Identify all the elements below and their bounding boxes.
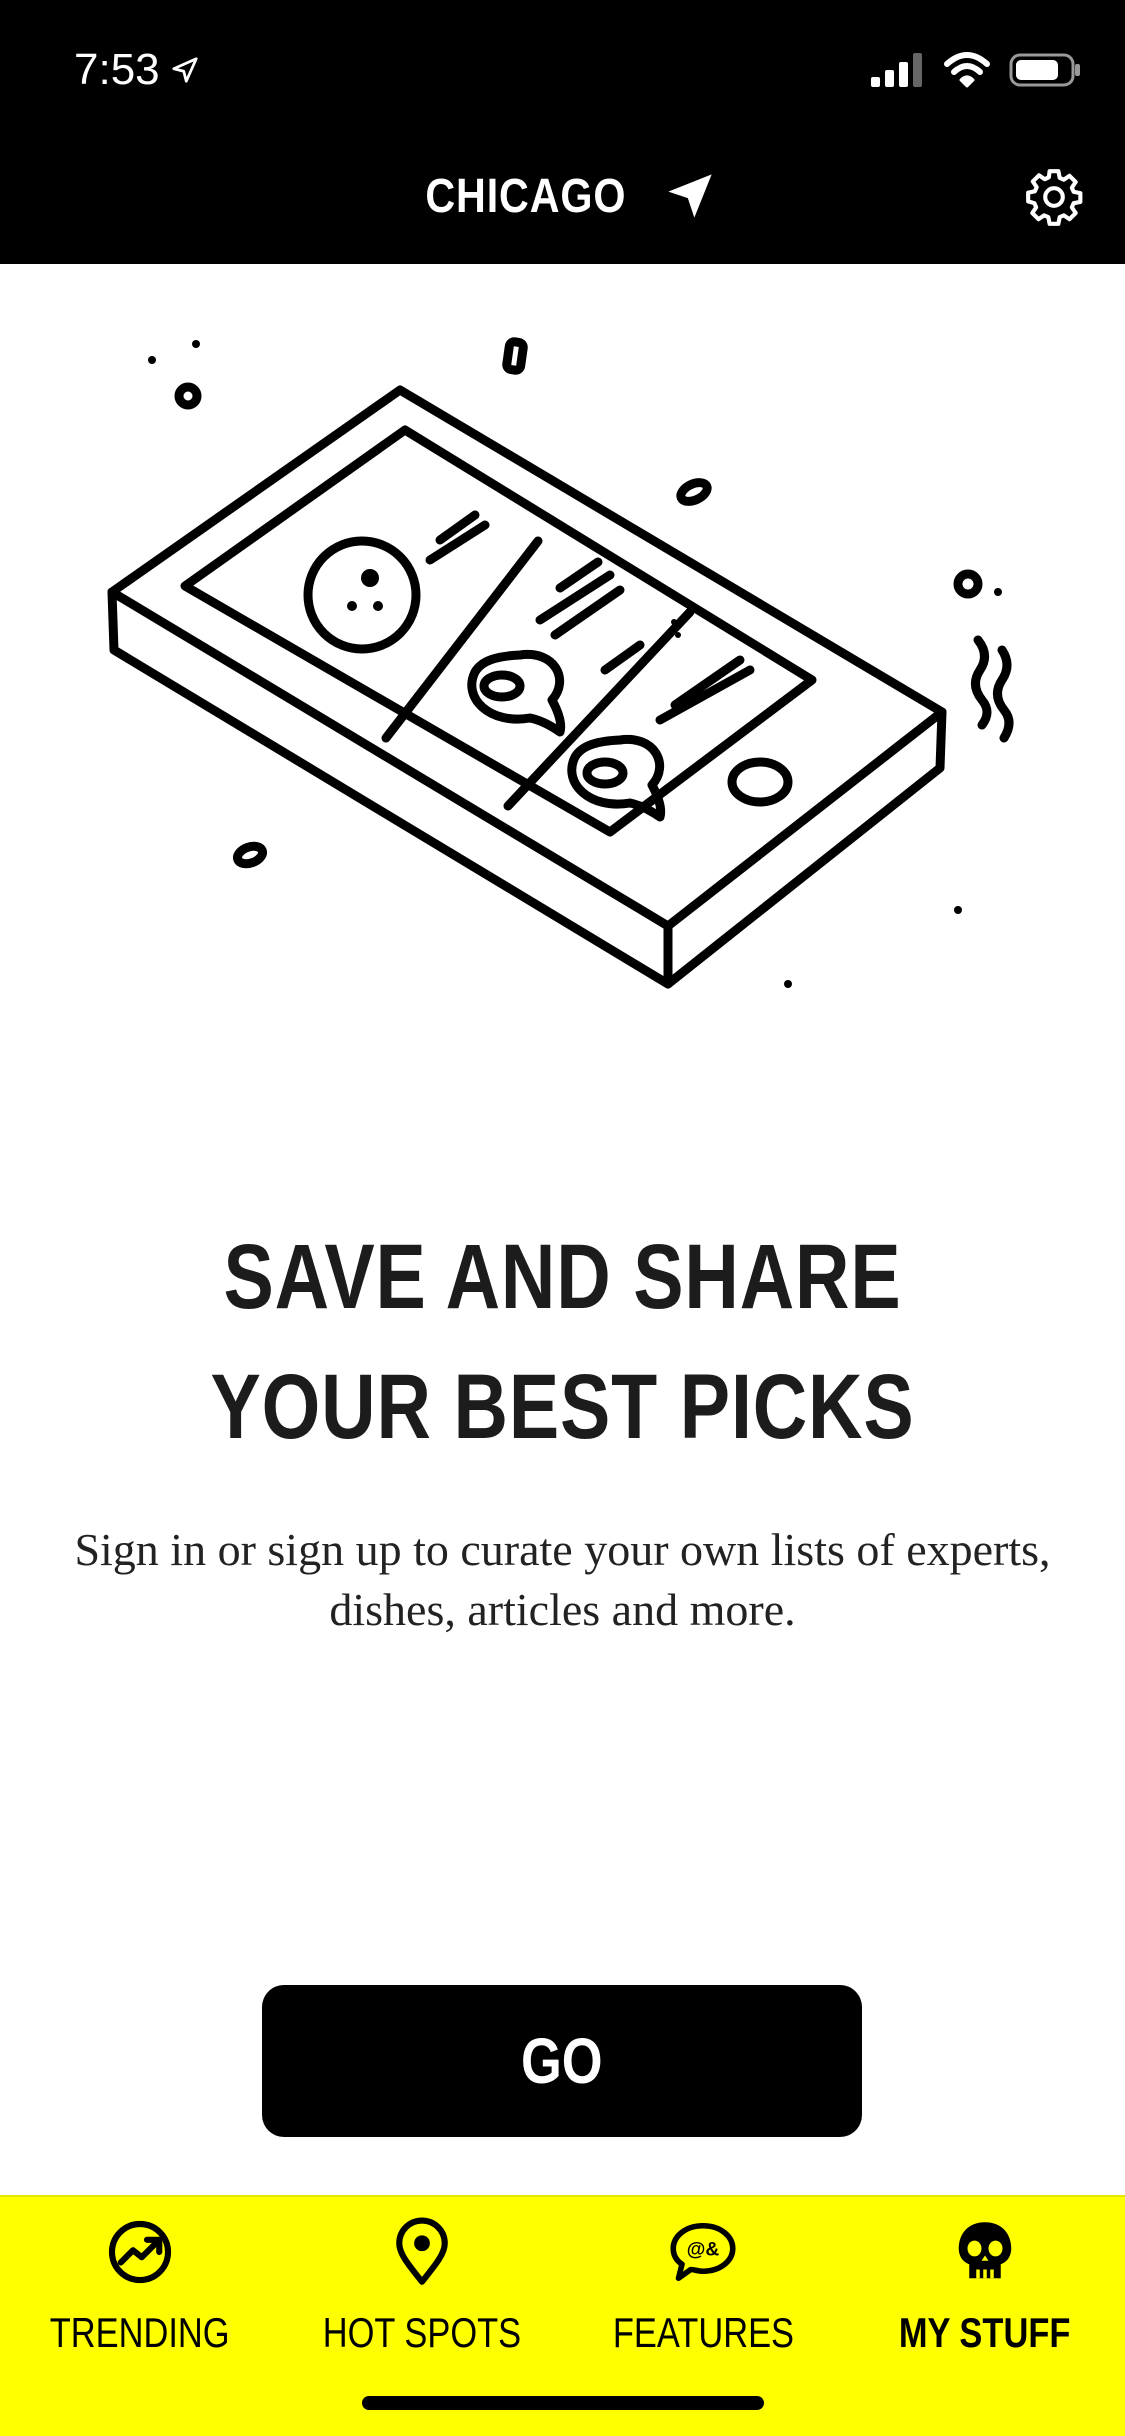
status-time: 7:53	[74, 45, 160, 94]
speech-bubble-icon: @&	[670, 2222, 736, 2282]
signal-icon	[871, 53, 922, 87]
map-pin-icon	[396, 2217, 448, 2285]
tab-hot-spots-label: HOT SPOTS	[322, 2309, 522, 2356]
location-arrow-icon	[172, 57, 198, 83]
battery-icon	[1009, 53, 1080, 87]
tab-hot-spots[interactable]: HOT SPOTS	[292, 2217, 552, 2397]
skull-icon	[958, 2222, 1012, 2279]
headline-line-2: YOUR BEST PICKS	[210, 1356, 915, 1458]
tab-my-stuff-label: MY STUFF	[899, 2309, 1071, 2356]
city-label: CHICAGO	[425, 169, 626, 223]
tab-features-label: FEATURES	[612, 2309, 794, 2356]
gear-icon[interactable]	[1023, 166, 1085, 228]
tab-features[interactable]: @& FEATURES	[573, 2217, 833, 2397]
phone-illustration	[107, 337, 1014, 989]
tab-trending[interactable]: TRENDING	[10, 2217, 270, 2397]
status-time-group: 7:53	[74, 40, 200, 100]
location-arrow-icon	[668, 174, 712, 218]
city-selector[interactable]: CHICAGO	[0, 160, 1125, 232]
svg-text:@&: @&	[687, 2240, 720, 2261]
tab-my-stuff[interactable]: MY STUFF	[855, 2217, 1115, 2397]
status-icons	[871, 48, 1081, 92]
trending-icon	[108, 2220, 172, 2284]
tab-trending-label: TRENDING	[50, 2309, 230, 2356]
headline-line-1: SAVE AND SHARE	[223, 1226, 902, 1328]
go-button[interactable]: GO	[262, 1985, 862, 2137]
promo-subtext: Sign in or sign up to curate your own li…	[74, 1524, 1051, 1635]
wifi-icon	[944, 52, 990, 88]
top-bar: 7:53 CHICAGO	[0, 0, 1125, 264]
home-indicator	[362, 2396, 764, 2410]
go-button-label: GO	[521, 2025, 603, 2097]
